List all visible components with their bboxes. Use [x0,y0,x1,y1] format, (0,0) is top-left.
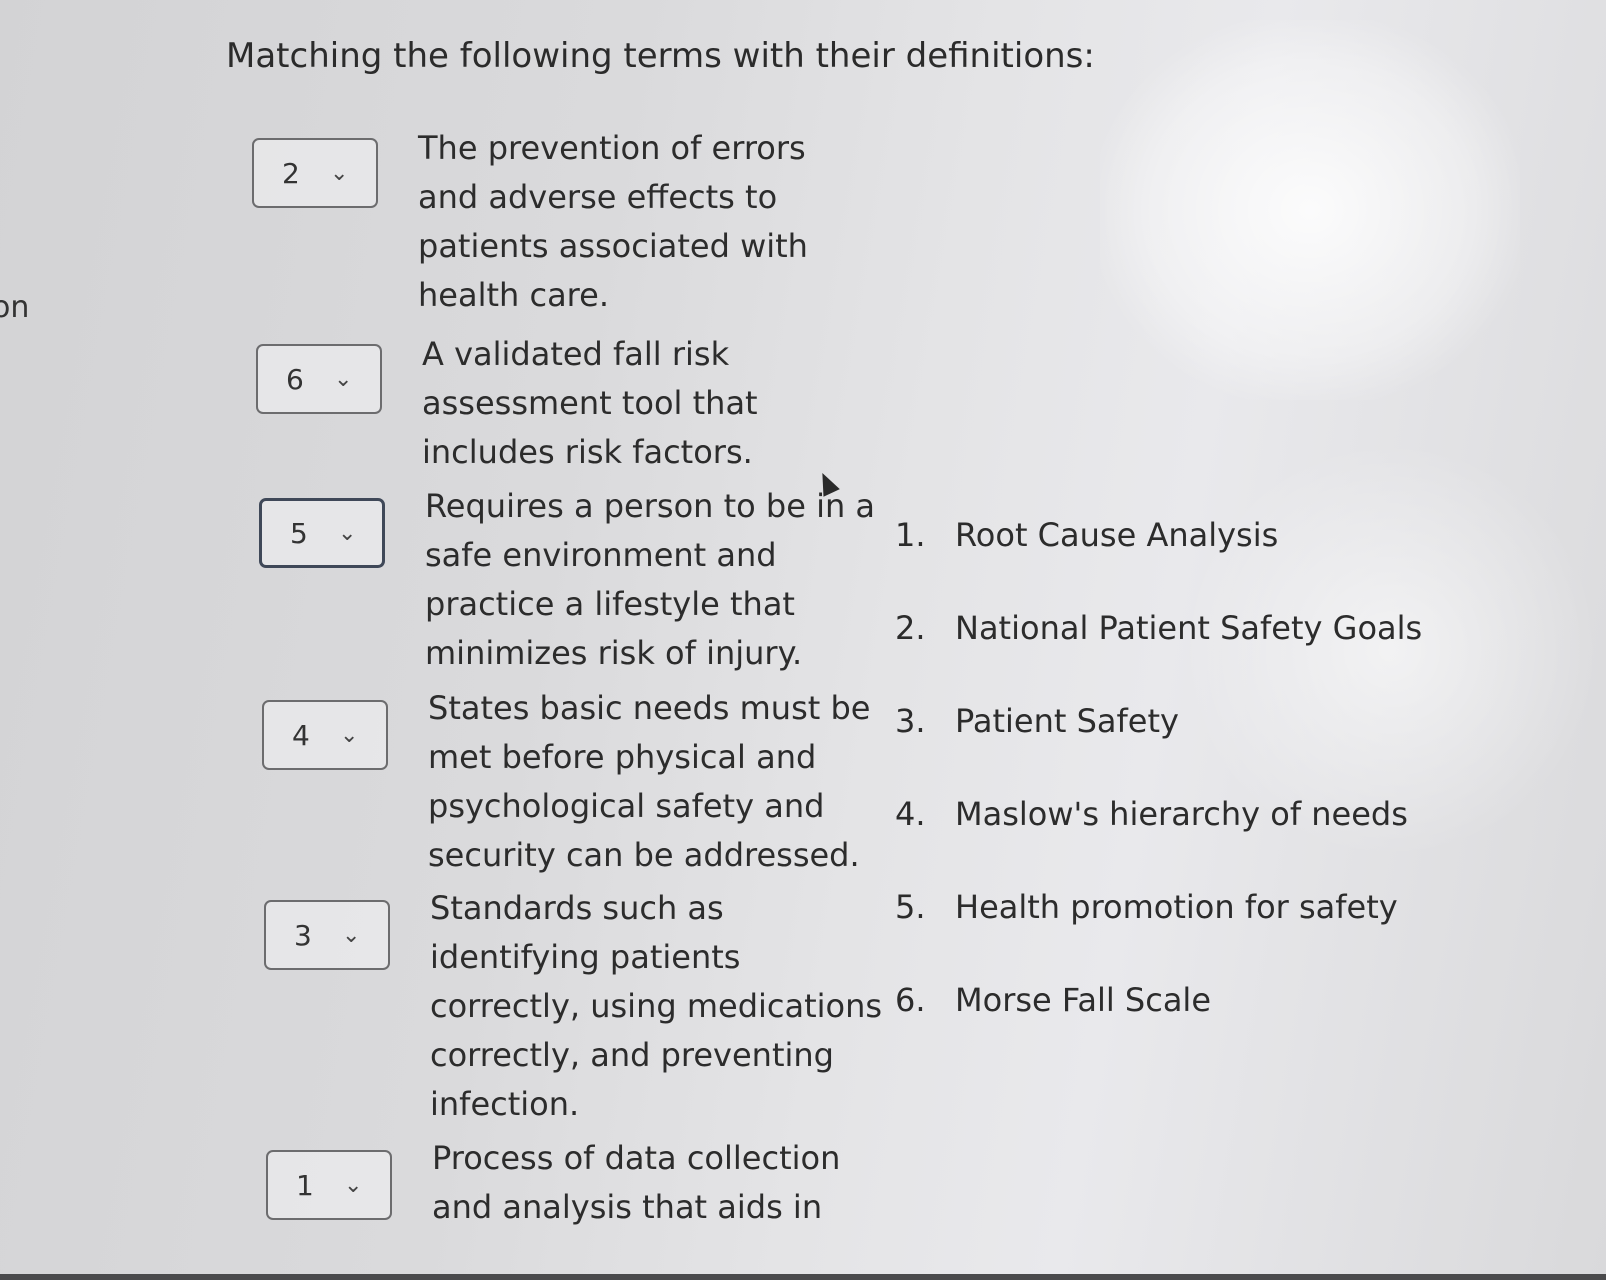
answer-dropdown[interactable]: 5 ⌄ [259,498,385,568]
dropdown-value: 1 [296,1168,314,1202]
definition-text: Standards such as identifying patients c… [430,889,883,1123]
definition-text: The prevention of errors and adverse eff… [418,129,808,314]
option-number: 2. [895,609,926,647]
answer-option: 5. Health promotion for safety [895,888,1422,981]
matching-row: 4 ⌄ States basic needs must be met befor… [262,684,870,880]
option-label: Patient Safety [955,702,1179,740]
definition-text: Requires a person to be in a safe enviro… [425,487,876,672]
option-number: 4. [895,795,926,833]
answer-options-list: 1. Root Cause Analysis 2. National Patie… [895,516,1422,1074]
definition-text: States basic needs must be met before ph… [428,689,871,874]
dropdown-value: 5 [290,516,308,550]
option-label: Maslow's hierarchy of needs [955,795,1408,833]
screen-glare [1100,20,1520,400]
answer-option: 6. Morse Fall Scale [895,981,1422,1074]
answer-option: 4. Maslow's hierarchy of needs [895,795,1422,888]
question-title: Matching the following terms with their … [226,36,1095,76]
definition-text: Process of data collection and analysis … [432,1139,841,1226]
chevron-down-icon: ⌄ [338,520,357,546]
answer-dropdown[interactable]: 3 ⌄ [264,900,390,970]
answer-dropdown[interactable]: 6 ⌄ [256,344,382,414]
chevron-down-icon: ⌄ [340,722,359,748]
option-label: Morse Fall Scale [955,981,1211,1019]
matching-row: 1 ⌄ Process of data collection and analy… [266,1134,840,1232]
matching-row: 3 ⌄ Standards such as identifying patien… [264,884,882,1129]
option-label: National Patient Safety Goals [955,609,1423,647]
option-number: 5. [895,888,926,926]
dropdown-value: 3 [294,918,312,952]
matching-row: 6 ⌄ A validated fall risk assessment too… [256,330,758,477]
dropdown-value: 4 [292,718,310,752]
option-label: Root Cause Analysis [955,516,1279,554]
matching-row: 2 ⌄ The prevention of errors and adverse… [252,124,808,320]
screen-bottom-edge [0,1274,1606,1280]
answer-dropdown[interactable]: 2 ⌄ [252,138,378,208]
cut-off-sidebar-text: on [0,290,30,325]
chevron-down-icon: ⌄ [342,922,361,948]
option-label: Health promotion for safety [955,888,1398,926]
answer-option: 1. Root Cause Analysis [895,516,1422,609]
chevron-down-icon: ⌄ [344,1172,363,1198]
answer-dropdown[interactable]: 1 ⌄ [266,1150,392,1220]
chevron-down-icon: ⌄ [330,160,349,186]
dropdown-value: 2 [282,156,300,190]
answer-dropdown[interactable]: 4 ⌄ [262,700,388,770]
answer-option: 2. National Patient Safety Goals [895,609,1422,702]
option-number: 6. [895,981,926,1019]
definition-text: A validated fall risk assessment tool th… [422,335,758,471]
matching-row: 5 ⌄ Requires a person to be in a safe en… [259,482,875,678]
option-number: 3. [895,702,926,740]
option-number: 1. [895,516,926,554]
dropdown-value: 6 [286,362,304,396]
chevron-down-icon: ⌄ [334,366,353,392]
answer-option: 3. Patient Safety [895,702,1422,795]
